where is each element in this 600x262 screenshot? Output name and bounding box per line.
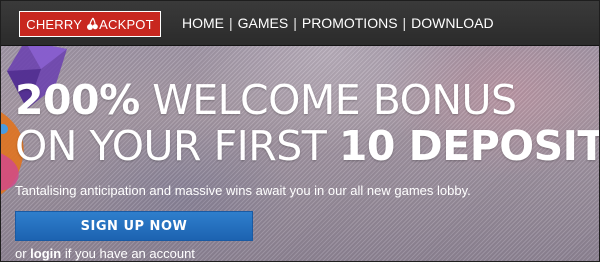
headline-bonus-percent: 200% [15, 76, 140, 124]
login-prompt: or login if you have an account [15, 246, 195, 261]
sign-up-button[interactable]: SIGN UP NOW [15, 211, 253, 241]
cherry-icon [87, 17, 98, 30]
nav-home[interactable]: HOME [182, 15, 229, 31]
headline-deposits: 10 DEPOSITS [338, 122, 599, 170]
login-suffix: if you have an account [61, 246, 195, 261]
headline-on-your-first: ON YOUR FIRST [15, 122, 339, 170]
page-frame: CHERRY ACKPOT HOME | GAMES | PROMOTIONS … [0, 0, 600, 262]
nav-games[interactable]: GAMES [233, 15, 294, 31]
hero-headline: 200% WELCOME BONUS ON YOUR FIRST 10 DEPO… [15, 76, 599, 170]
login-link[interactable]: login [30, 246, 61, 261]
headline-line-1: 200% WELCOME BONUS [15, 76, 599, 124]
headline-welcome-bonus: WELCOME BONUS [139, 76, 517, 124]
login-prefix: or [15, 246, 31, 261]
hero-subtext: Tantalising anticipation and massive win… [15, 183, 471, 198]
logo-text-part2: ACKPOT [99, 16, 154, 32]
nav-promotions[interactable]: PROMOTIONS [297, 15, 403, 31]
top-header: CHERRY ACKPOT HOME | GAMES | PROMOTIONS … [1, 1, 599, 46]
main-nav: HOME | GAMES | PROMOTIONS | DOWNLOAD [182, 1, 499, 45]
nav-download[interactable]: DOWNLOAD [406, 15, 498, 31]
cherry-jackpot-logo[interactable]: CHERRY ACKPOT [19, 11, 161, 37]
logo-text-part1: CHERRY [26, 16, 83, 32]
headline-line-2: ON YOUR FIRST 10 DEPOSITS [15, 122, 599, 170]
